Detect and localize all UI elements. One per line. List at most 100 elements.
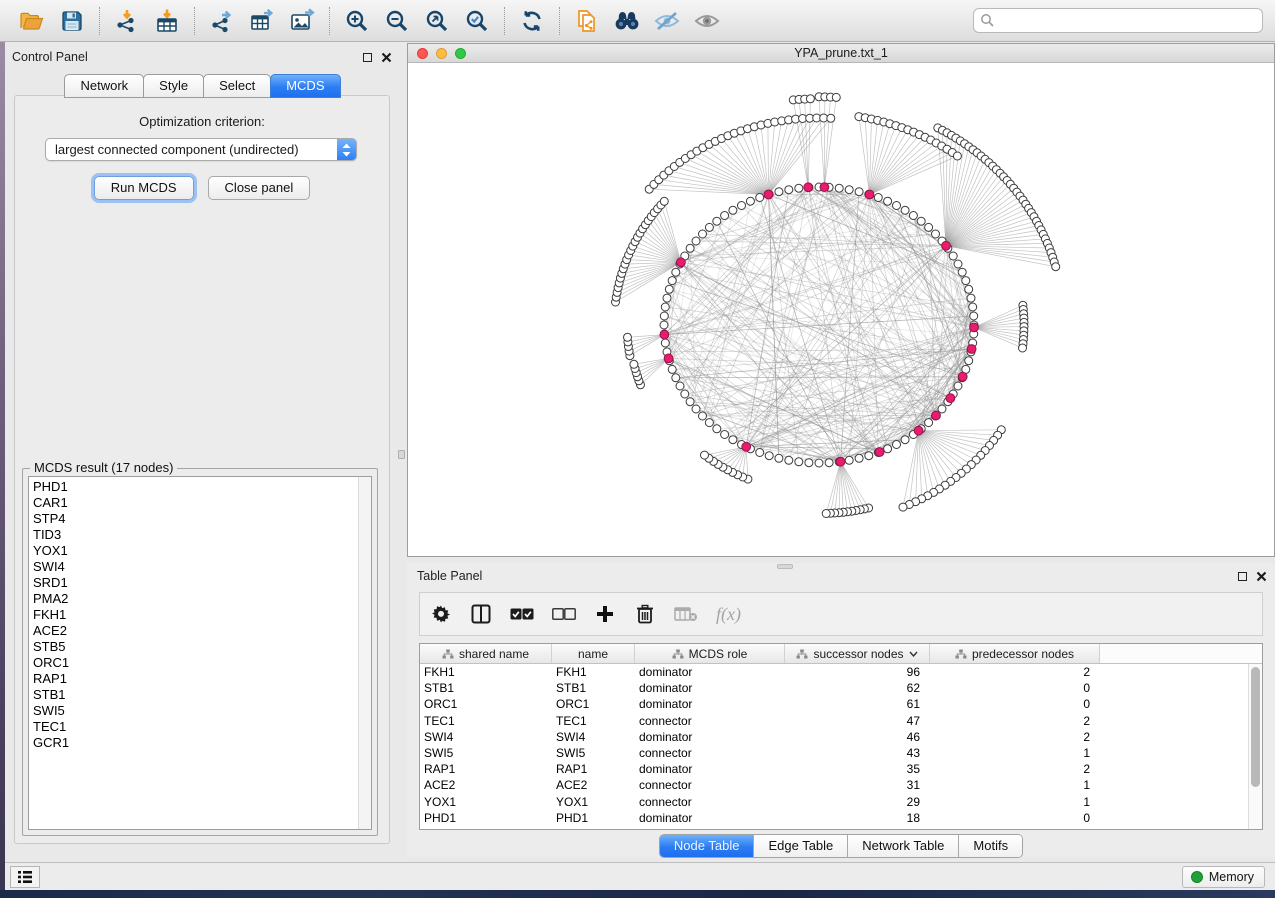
optimization-criterion-select[interactable]: largest connected component (undirected): [45, 138, 357, 161]
table-cell[interactable]: dominator: [635, 730, 785, 744]
import-table-icon[interactable]: [147, 4, 187, 38]
save-session-icon[interactable]: [52, 4, 92, 38]
export-network-icon[interactable]: [202, 4, 242, 38]
mcds-result-item[interactable]: SWI4: [33, 559, 371, 575]
vertical-splitter[interactable]: [396, 46, 407, 852]
mcds-result-item[interactable]: STB5: [33, 639, 371, 655]
table-cell[interactable]: dominator: [635, 762, 785, 776]
window-minimize-icon[interactable]: [436, 48, 447, 59]
mcds-result-item[interactable]: STP4: [33, 511, 371, 527]
table-cell[interactable]: connector: [635, 778, 785, 792]
mcds-result-item[interactable]: TID3: [33, 527, 371, 543]
run-mcds-button[interactable]: Run MCDS: [94, 176, 194, 200]
table-cell[interactable]: SWI4: [420, 730, 552, 744]
column-header[interactable]: MCDS role: [635, 644, 785, 663]
table-cell[interactable]: connector: [635, 795, 785, 809]
table-row[interactable]: YOX1YOX1connector291: [420, 794, 1248, 810]
tab-network-table[interactable]: Network Table: [848, 835, 959, 857]
mcds-result-item[interactable]: GCR1: [33, 735, 371, 751]
memory-button[interactable]: Memory: [1182, 866, 1265, 888]
table-cell[interactable]: ACE2: [420, 778, 552, 792]
table-cell[interactable]: YOX1: [552, 795, 635, 809]
table-cell[interactable]: 29: [785, 795, 930, 809]
table-cell[interactable]: connector: [635, 746, 785, 760]
table-cell[interactable]: 35: [785, 762, 930, 776]
open-file-icon[interactable]: [12, 4, 52, 38]
table-row[interactable]: FKH1FKH1dominator962: [420, 664, 1248, 680]
table-cell[interactable]: 2: [930, 762, 1100, 776]
table-cell[interactable]: ORC1: [420, 697, 552, 711]
horizontal-splitter-handle[interactable]: [777, 564, 793, 569]
table-cell[interactable]: 2: [930, 665, 1100, 679]
column-header[interactable]: successor nodes: [785, 644, 930, 663]
float-panel-icon[interactable]: [363, 53, 372, 62]
table-row[interactable]: RAP1RAP1dominator352: [420, 761, 1248, 777]
zoom-selected-icon[interactable]: [457, 4, 497, 38]
table-cell[interactable]: RAP1: [552, 762, 635, 776]
create-column-icon[interactable]: [594, 604, 616, 624]
search-input[interactable]: [973, 8, 1263, 33]
table-row[interactable]: ORC1ORC1dominator610: [420, 696, 1248, 712]
table-cell[interactable]: PHD1: [420, 811, 552, 825]
table-cell[interactable]: dominator: [635, 811, 785, 825]
export-table-icon[interactable]: [242, 4, 282, 38]
table-cell[interactable]: dominator: [635, 665, 785, 679]
import-network-icon[interactable]: [107, 4, 147, 38]
table-cell[interactable]: 18: [785, 811, 930, 825]
mcds-result-item[interactable]: ACE2: [33, 623, 371, 639]
table-cell[interactable]: STB1: [420, 681, 552, 695]
table-cell[interactable]: 0: [930, 681, 1100, 695]
table-cell[interactable]: FKH1: [552, 665, 635, 679]
eye-icon[interactable]: [687, 4, 727, 38]
mcds-result-item[interactable]: STB1: [33, 687, 371, 703]
mcds-result-item[interactable]: ORC1: [33, 655, 371, 671]
table-cell[interactable]: 2: [930, 730, 1100, 744]
clone-network-icon[interactable]: [567, 4, 607, 38]
zoom-in-icon[interactable]: [337, 4, 377, 38]
table-cell[interactable]: SWI5: [552, 746, 635, 760]
window-maximize-icon[interactable]: [455, 48, 466, 59]
mcds-result-item[interactable]: TEC1: [33, 719, 371, 735]
table-row[interactable]: TEC1TEC1connector472: [420, 713, 1248, 729]
table-cell[interactable]: dominator: [635, 697, 785, 711]
tab-select[interactable]: Select: [203, 74, 271, 98]
table-scrollbar[interactable]: [1248, 664, 1262, 829]
select-all-icon[interactable]: [510, 607, 534, 621]
table-row[interactable]: STB1STB1dominator620: [420, 680, 1248, 696]
deselect-all-icon[interactable]: [552, 607, 576, 621]
table-cell[interactable]: connector: [635, 714, 785, 728]
table-row[interactable]: ACE2ACE2connector311: [420, 777, 1248, 793]
table-cell[interactable]: 2: [930, 714, 1100, 728]
export-image-icon[interactable]: [282, 4, 322, 38]
close-table-panel-icon[interactable]: [1256, 571, 1267, 582]
window-close-icon[interactable]: [417, 48, 428, 59]
delete-columns-icon[interactable]: [634, 604, 656, 624]
task-history-button[interactable]: [10, 866, 40, 888]
table-cell[interactable]: FKH1: [420, 665, 552, 679]
eye-slash-icon[interactable]: [647, 4, 687, 38]
table-cell[interactable]: 1: [930, 746, 1100, 760]
table-row[interactable]: SWI4SWI4dominator462: [420, 729, 1248, 745]
mcds-result-item[interactable]: PMA2: [33, 591, 371, 607]
result-list-scrollbar[interactable]: [358, 477, 371, 829]
zoom-fit-icon[interactable]: [417, 4, 457, 38]
table-cell[interactable]: 96: [785, 665, 930, 679]
tab-motifs[interactable]: Motifs: [959, 835, 1022, 857]
column-header[interactable]: predecessor nodes: [930, 644, 1100, 663]
close-panel-icon[interactable]: [381, 52, 392, 63]
find-icon[interactable]: [607, 4, 647, 38]
table-cell[interactable]: 61: [785, 697, 930, 711]
mcds-result-item[interactable]: RAP1: [33, 671, 371, 687]
mcds-result-item[interactable]: FKH1: [33, 607, 371, 623]
table-cell[interactable]: 47: [785, 714, 930, 728]
table-cell[interactable]: 0: [930, 697, 1100, 711]
tab-node-table[interactable]: Node Table: [660, 835, 755, 857]
mcds-result-item[interactable]: YOX1: [33, 543, 371, 559]
network-graph[interactable]: [408, 63, 1274, 556]
table-cell[interactable]: RAP1: [420, 762, 552, 776]
splitter-handle[interactable]: [398, 450, 405, 459]
table-row[interactable]: SWI5SWI5connector431: [420, 745, 1248, 761]
tab-mcds[interactable]: MCDS: [270, 74, 340, 98]
table-cell[interactable]: SWI4: [552, 730, 635, 744]
mcds-result-item[interactable]: CAR1: [33, 495, 371, 511]
